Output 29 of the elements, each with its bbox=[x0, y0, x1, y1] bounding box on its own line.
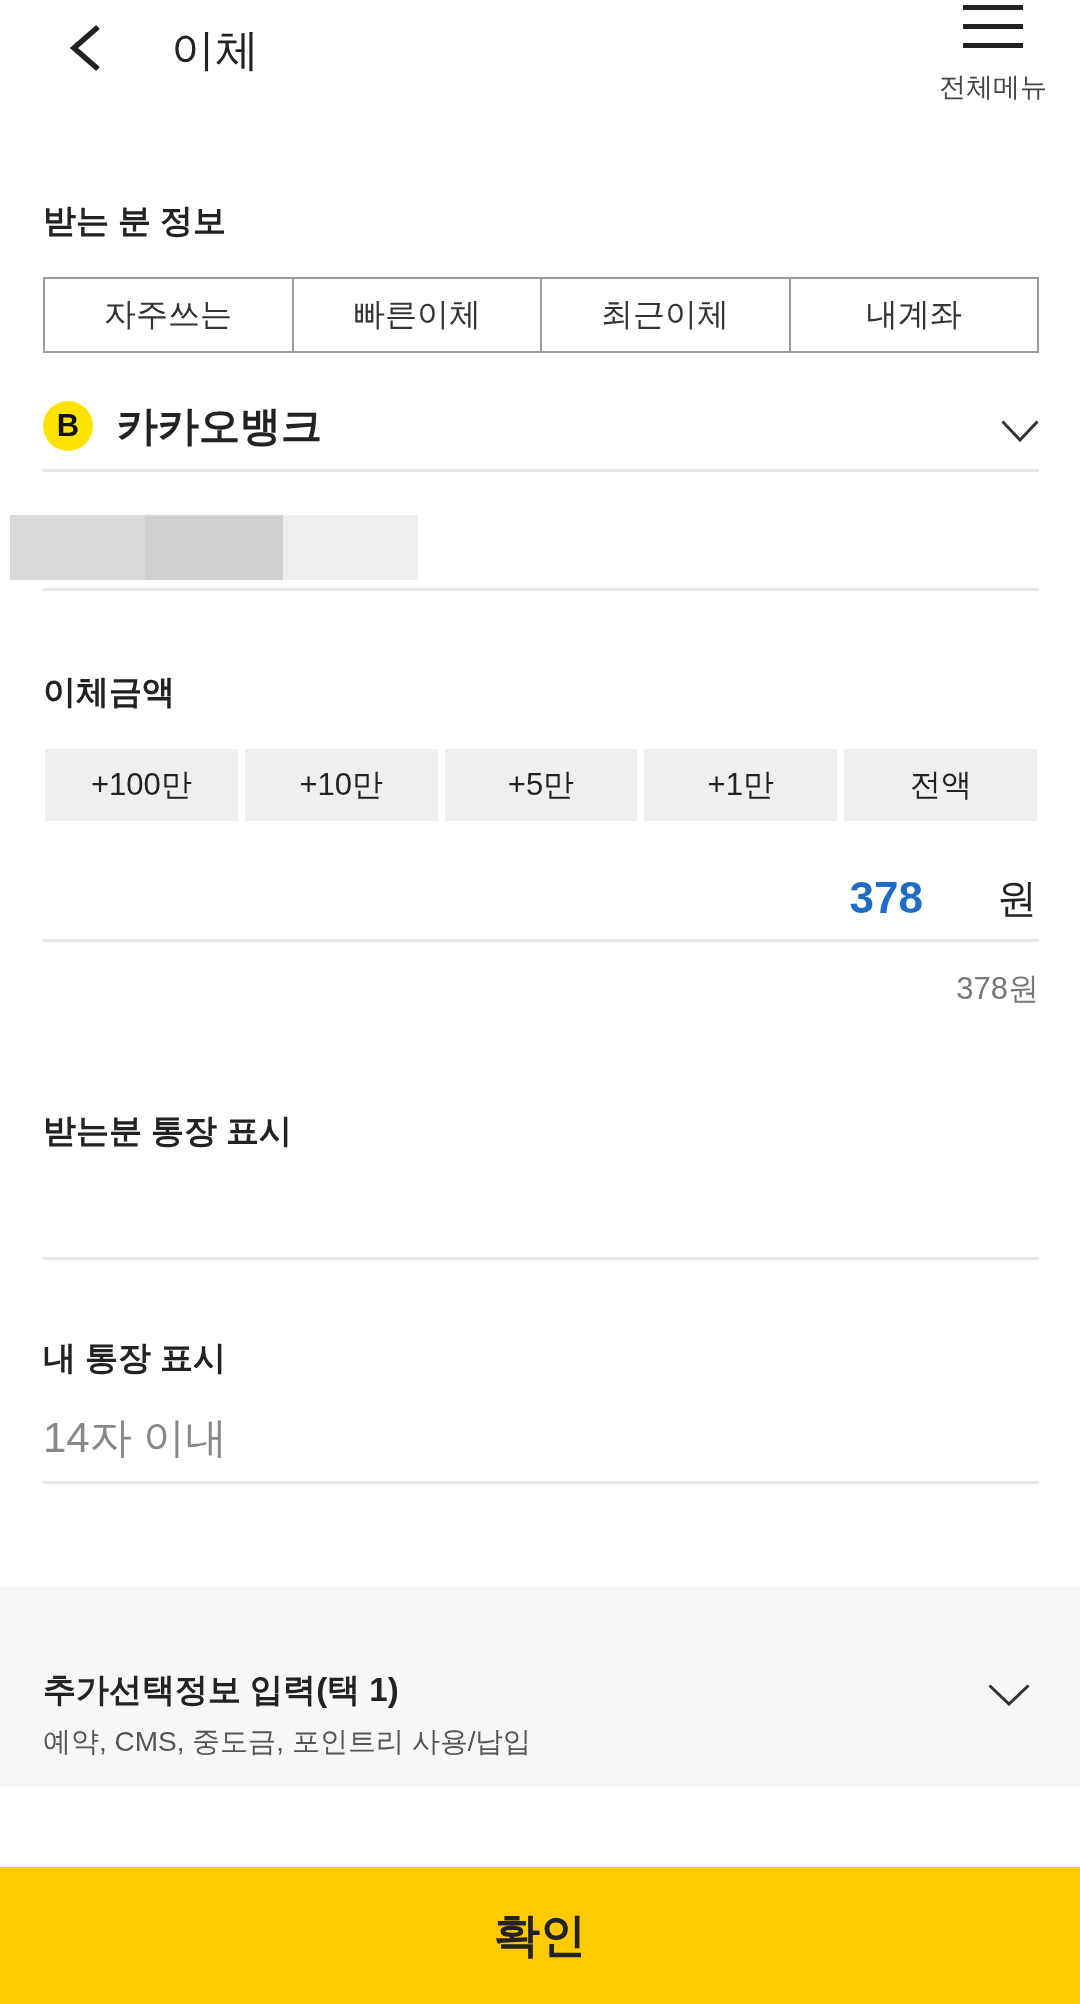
confirm-button[interactable]: 확인 bbox=[0, 1867, 1080, 2004]
amount-readout: 378원 bbox=[956, 970, 1039, 1008]
menu-button[interactable]: 전체메뉴 bbox=[939, 0, 1047, 104]
section-heading: 받는 분 정보 bbox=[43, 201, 227, 241]
panel-subtitle: 예약, CMS, 중도금, 포인트리 사용/납입 bbox=[43, 1725, 532, 1759]
tab[interactable]: 자주쓰는 bbox=[45, 279, 292, 351]
amount-add-button[interactable]: +1만 bbox=[644, 749, 838, 821]
additional-info-panel[interactable]: 추가선택정보 입력(택 1) 예약, CMS, 중도금, 포인트리 사용/납입 bbox=[0, 1587, 1080, 1787]
bank-logo: B bbox=[43, 401, 93, 451]
page-title: 이체 bbox=[171, 24, 259, 76]
amount-add-button[interactable]: +5만 bbox=[444, 749, 638, 821]
field-label: 받는분 통장 표시 bbox=[43, 1111, 293, 1151]
back-icon bbox=[69, 24, 101, 72]
my-memo-field[interactable]: 14자 이내 bbox=[43, 1379, 1039, 1484]
tab[interactable]: 빠른이체 bbox=[291, 279, 540, 351]
menu-icon bbox=[963, 5, 1023, 48]
amount-add-button[interactable]: +100만 bbox=[45, 749, 238, 821]
amount-add-button[interactable]: 전액 bbox=[844, 749, 1037, 821]
tab[interactable]: 내계좌 bbox=[788, 279, 1037, 351]
chevron-down-icon bbox=[1001, 420, 1039, 442]
tab[interactable]: 최근이체 bbox=[540, 279, 789, 351]
panel-title: 추가선택정보 입력(택 1) bbox=[43, 1670, 399, 1710]
amount-add-button[interactable]: +10만 bbox=[244, 749, 438, 821]
back-button[interactable] bbox=[69, 24, 101, 72]
amount-field[interactable]: 378 원 bbox=[43, 821, 1039, 942]
currency-unit-label: 원 bbox=[997, 875, 1037, 922]
section-heading: 이체금액 bbox=[43, 672, 175, 712]
bank-select[interactable]: B 카카오뱅크 bbox=[43, 353, 1039, 472]
field-label: 내 통장 표시 bbox=[43, 1338, 227, 1378]
